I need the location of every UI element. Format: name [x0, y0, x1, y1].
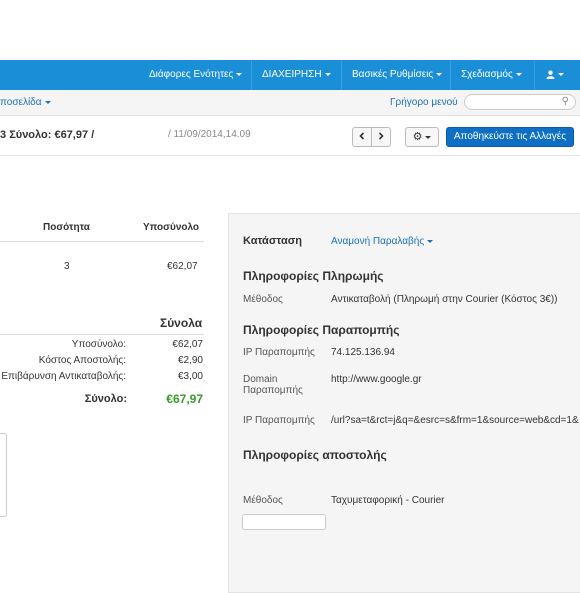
chevron-down-icon	[427, 239, 434, 243]
totals-subtotal-value: €62,07	[172, 339, 203, 350]
nav-divider	[341, 60, 342, 90]
payment-method-value: Αντικαταβολή (Πληρωμή στην Courier (Κόστ…	[331, 294, 558, 305]
nav-item-misc-sections[interactable]: Διάφορες Ενότητες	[149, 60, 243, 90]
nav-divider	[450, 60, 451, 90]
chevron-down-icon	[436, 72, 443, 76]
totals-cod-fee-label: Επιβάρυνση Αντικαταβολής:	[1, 371, 126, 382]
totals-shipping-value: €2,90	[177, 355, 203, 366]
totals-divider	[0, 334, 204, 335]
nav-divider	[534, 60, 535, 90]
payment-method-label: Μέθοδος	[243, 294, 283, 305]
chevron-right-icon	[378, 132, 384, 140]
save-changes-button[interactable]: Αποθηκεύστε τις Αλλαγές	[446, 127, 574, 147]
page-title: 3 Σύνολο: €67,97 /	[0, 115, 94, 155]
user-icon	[546, 70, 555, 79]
previous-button[interactable]	[352, 127, 372, 147]
order-number-fragment: 3	[0, 129, 7, 141]
home-link[interactable]: ποσελίδα	[0, 90, 51, 115]
search-icon: ⚲	[561, 96, 569, 107]
home-link-label: ποσελίδα	[0, 97, 42, 108]
referral-domain-label-line: Παραπομπής	[243, 385, 303, 396]
search-input[interactable]: ⚲	[464, 94, 576, 110]
chevron-down-icon	[425, 135, 432, 139]
nav-item-label: Σχεδιασμός	[461, 69, 513, 80]
nav-item-label: Βασικές Ρυθμίσεις	[352, 69, 434, 80]
chevron-left-icon	[359, 132, 365, 140]
quick-menu-link[interactable]: Γρήγορο μενού	[390, 90, 458, 115]
totals-shipping-label: Κόστος Αποστολής:	[38, 355, 126, 366]
chevron-down-icon	[236, 72, 243, 76]
referral-domain-label: Domain Παραπομπής	[243, 374, 303, 396]
nav-item-label: ΔΙΑΧΕΙΡΗΣΗ	[262, 69, 322, 80]
totals-cod-fee-value: €3,00	[177, 371, 203, 382]
order-header: 3 Σύνολο: €67,97 / / 11/09/2014,14.09 ⚙ …	[0, 115, 580, 156]
next-button[interactable]	[371, 127, 391, 147]
order-total-title: Σύνολο: €67,97 /	[9, 129, 95, 141]
order-date: / 11/09/2014,14.09	[168, 129, 251, 140]
chevron-down-icon	[515, 72, 522, 76]
referral-url-value: /url?sa=t&rct=j&q=&esrc=s&frm=1&source=w…	[331, 415, 579, 426]
table-divider	[0, 241, 204, 242]
payment-info-title: Πληροφορίες Πληρωμής	[243, 269, 384, 283]
settings-dropdown-button[interactable]: ⚙	[405, 127, 439, 147]
status-value: Αναμονή Παραλαβής	[331, 236, 425, 247]
order-info-panel: Κατάσταση Αναμονή Παραλαβής Πληροφορίες …	[228, 213, 580, 593]
shipping-method-value: Ταχυμεταφορική - Courier	[331, 495, 445, 506]
comment-textarea[interactable]	[0, 433, 7, 517]
column-header-quantity: Ποσότητα	[43, 222, 90, 233]
nav-divider	[251, 60, 252, 90]
status-dropdown[interactable]: Αναμονή Παραλαβής	[331, 236, 434, 247]
user-menu[interactable]	[546, 60, 564, 90]
nav-item-management[interactable]: ΔΙΑΧΕΙΡΗΣΗ	[262, 60, 331, 90]
item-quantity: 3	[64, 261, 70, 272]
nav-item-design[interactable]: Σχεδιασμός	[461, 60, 522, 90]
grand-total-value: €67,97	[166, 392, 203, 406]
nav-item-label: Διάφορες Ενότητες	[149, 69, 234, 80]
status-label: Κατάσταση	[243, 235, 302, 247]
gear-icon: ⚙	[412, 131, 423, 143]
referral-ip-value: 74.125.136.94	[331, 347, 395, 358]
totals-subtotal-label: Υποσύνολο:	[71, 339, 126, 350]
chevron-down-icon	[44, 100, 51, 104]
chevron-down-icon	[558, 72, 564, 76]
referral-ip-label: IP Παραπομπής	[243, 347, 315, 358]
shipping-input[interactable]	[242, 514, 326, 530]
referral-info-title: Πληροφορίες Παραπομπής	[243, 323, 400, 337]
referral-ip2-label: IP Παραπομπής	[243, 415, 315, 426]
nav-item-basic-settings[interactable]: Βασικές Ρυθμίσεις	[352, 60, 443, 90]
shipping-info-title: Πληροφορίες αποστολής	[243, 448, 387, 462]
shipping-method-label: Μέθοδος	[243, 495, 283, 506]
top-navbar: Διάφορες Ενότητες ΔΙΑΧΕΙΡΗΣΗ Βασικές Ρυθ…	[0, 60, 580, 90]
column-header-subtotal: Υποσύνολο	[143, 222, 200, 233]
referral-domain-value: http://www.google.gr	[331, 374, 422, 385]
referral-domain-label-line: Domain	[243, 374, 278, 385]
grand-total-label: Σύνολο:	[84, 393, 127, 405]
totals-title: Σύνολα	[160, 316, 203, 330]
item-subtotal: €62,07	[167, 261, 198, 272]
sub-navbar: ποσελίδα Γρήγορο μενού ⚲	[0, 90, 580, 116]
chevron-down-icon	[324, 72, 331, 76]
